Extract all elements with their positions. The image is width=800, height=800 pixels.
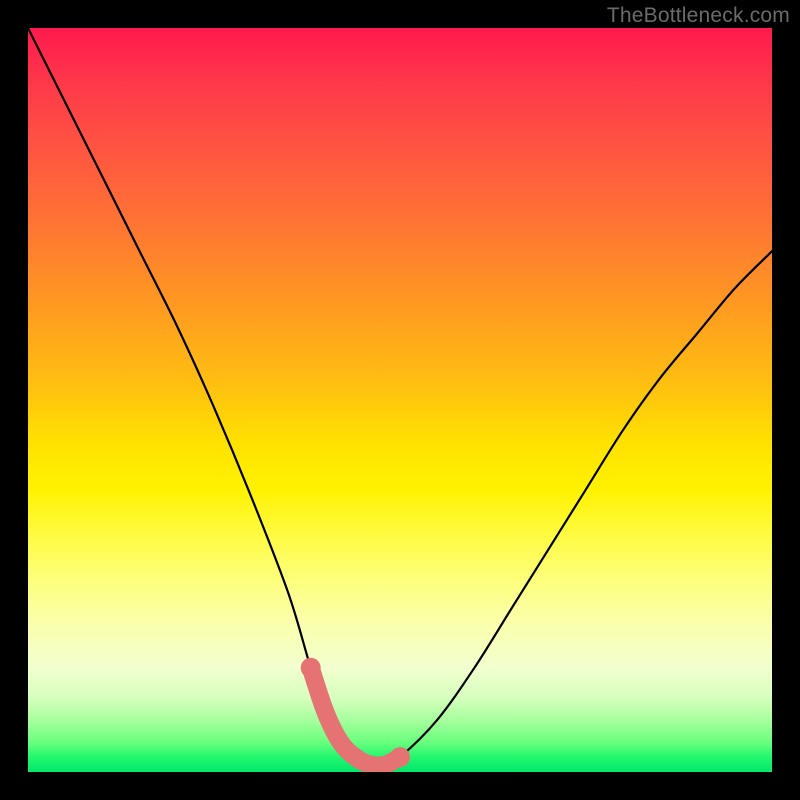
watermark-text: TheBottleneck.com [607, 4, 790, 28]
valley-end-dot [301, 658, 321, 678]
curve-svg [28, 28, 772, 772]
chart-frame: TheBottleneck.com [0, 0, 800, 800]
valley-end-dot [390, 747, 410, 767]
main-curve [28, 28, 772, 766]
valley-highlight [311, 668, 400, 766]
plot-area [28, 28, 772, 772]
